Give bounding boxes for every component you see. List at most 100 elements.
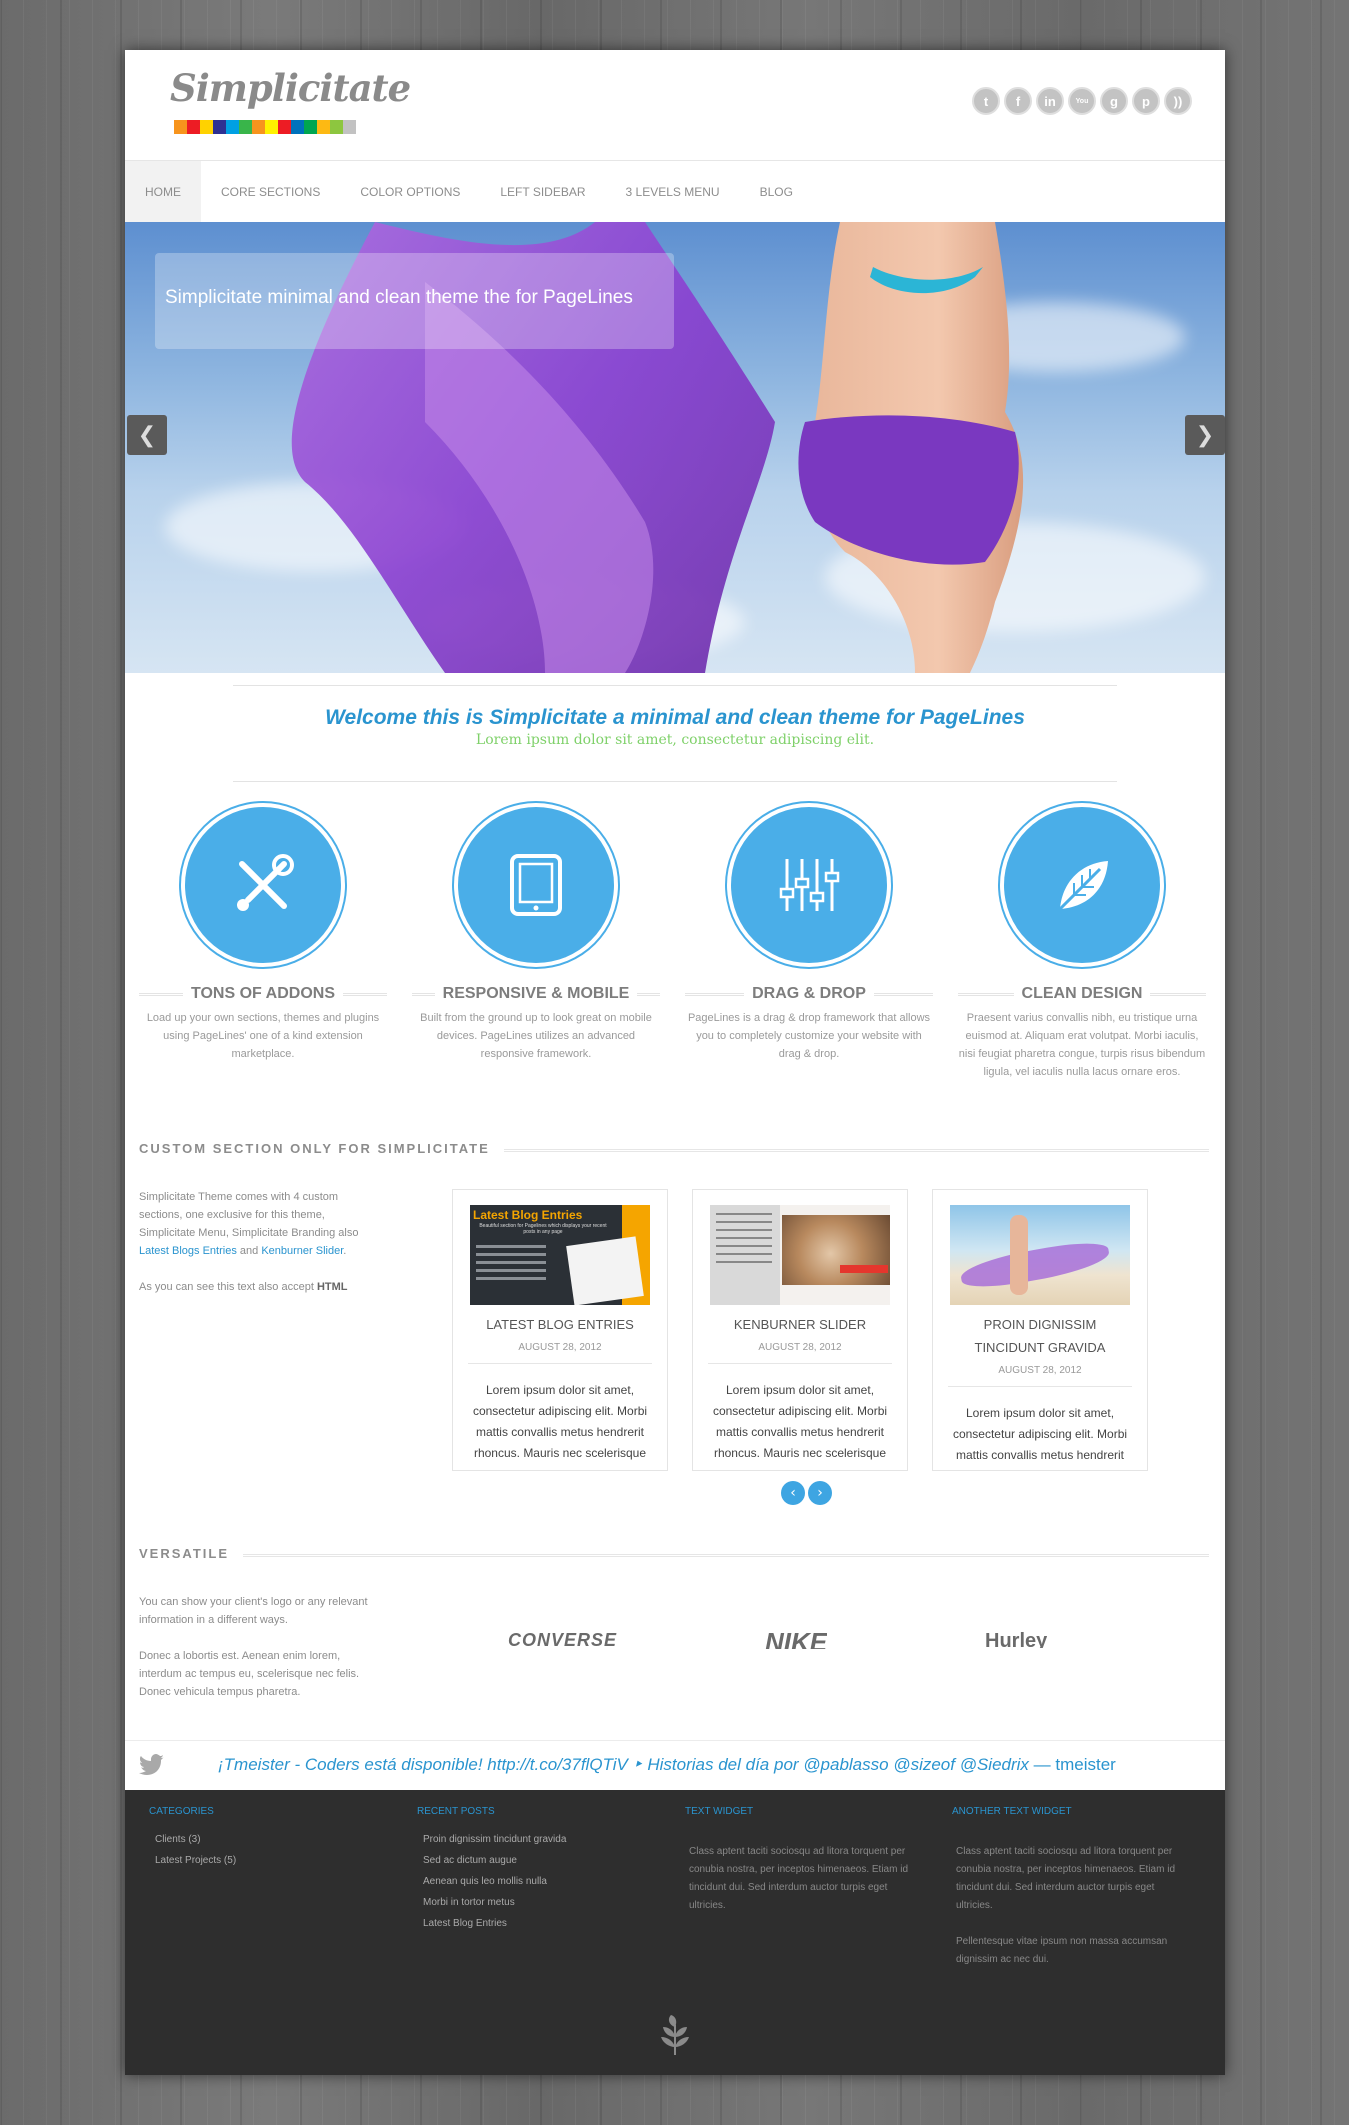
slider-next-button[interactable]: ❯: [1185, 415, 1225, 455]
nav-item-3-levels-menu[interactable]: 3 LEVELS MENU: [606, 161, 740, 222]
post-card[interactable]: PROIN DIGNISSIM TINCIDUNT GRAVIDA AUGUST…: [932, 1189, 1148, 1471]
social-icons: t f in You g p)): [972, 87, 1192, 115]
logo-color-swatch: [200, 120, 213, 134]
feature-text: PageLines is a drag & drop framework tha…: [687, 1012, 931, 1060]
logo-color-swatch: [226, 120, 239, 134]
facebook-icon[interactable]: f: [1004, 87, 1032, 115]
post-thumbnail[interactable]: [710, 1205, 890, 1305]
feature-drag-drop: DRAG & DROP PageLines is a drag & drop f…: [685, 807, 933, 1063]
welcome-rule-top: [233, 685, 1117, 686]
rss-icon[interactable]: )): [1164, 87, 1192, 115]
category-item[interactable]: Clients (3): [155, 1829, 389, 1850]
nav-item-home[interactable]: HOME: [125, 161, 201, 222]
post-date: AUGUST 28, 2012: [998, 1365, 1082, 1376]
nav-item-core-sections[interactable]: CORE SECTIONS: [201, 161, 340, 222]
post-card[interactable]: KENBURNER SLIDER AUGUST 28, 2012 Lorem i…: [692, 1189, 908, 1471]
thumb-title: Latest Blog Entries: [473, 1208, 583, 1222]
site-logo[interactable]: Simplicitate: [170, 66, 411, 110]
logo-color-swatch: [213, 120, 226, 134]
section-divider: [139, 1554, 1209, 1557]
post-card[interactable]: Latest Blog Entries Beautiful section fo…: [452, 1189, 668, 1471]
feature-title: TONS OF ADDONS: [182, 985, 343, 1002]
youtube-icon[interactable]: You: [1068, 87, 1096, 115]
brand-logo-nike[interactable]: NIKE: [765, 1627, 827, 1649]
feature-title: DRAG & DROP: [744, 985, 874, 1002]
versatile-text-1: You can show your client's logo or any r…: [139, 1596, 368, 1626]
tools-icon: [237, 854, 294, 911]
text-widget-body: Class aptent taciti sociosqu ad litora t…: [956, 1843, 1192, 1969]
post-separator: [468, 1363, 652, 1364]
recent-post-item[interactable]: Proin dignissim tincidunt gravida: [423, 1829, 657, 1850]
accept-text: As you can see this text also accept: [139, 1281, 314, 1293]
nav-item-blog[interactable]: BLOG: [740, 161, 813, 222]
welcome-title: Welcome this is Simplicitate a minimal a…: [325, 706, 1025, 729]
logo-color-bar: [174, 120, 356, 134]
post-separator: [708, 1363, 892, 1364]
feature-circle[interactable]: [731, 807, 887, 963]
tablet-icon: [510, 854, 562, 916]
recent-posts-list: Proin dignissim tincidunt gravida Sed ac…: [423, 1829, 657, 1934]
post-thumbnail[interactable]: [950, 1205, 1130, 1305]
welcome-rule-bottom: [233, 781, 1117, 782]
page-container: Simplicitate t f in You g p)) HOME CORE SECTI…: [125, 50, 1225, 2075]
feature-circle[interactable]: [458, 807, 614, 963]
feature-circle[interactable]: [185, 807, 341, 963]
post-date: AUGUST 28, 2012: [758, 1342, 842, 1353]
versatile-description: You can show your client's logo or any r…: [139, 1593, 379, 1701]
logo-color-swatch: [330, 120, 343, 134]
logo-color-swatch: [291, 120, 304, 134]
recent-post-item[interactable]: Aenean quis leo mollis nulla: [423, 1871, 657, 1892]
tweet-author[interactable]: — tmeister: [1034, 1755, 1116, 1774]
twitter-bird-icon[interactable]: [139, 1754, 165, 1776]
footer-text-widget: TEXT WIDGET Class aptent taciti sociosqu…: [685, 1806, 925, 1933]
post-thumbnail[interactable]: Latest Blog Entries Beautiful section fo…: [470, 1205, 650, 1305]
brand-logo-hurley[interactable]: Hurley: [985, 1630, 1047, 1648]
slider-prev-button[interactable]: ❮: [127, 415, 167, 455]
html-text: HTML: [316, 1281, 348, 1293]
carousel-prev-button[interactable]: ‹: [781, 1481, 805, 1505]
welcome-subtitle: Lorem ipsum dolor sit amet, consectetur …: [475, 732, 875, 748]
pinterest-icon[interactable]: p: [1132, 87, 1160, 115]
footer-heading: ANOTHER TEXT WIDGET: [952, 1806, 1072, 1817]
recent-post-item[interactable]: Sed ac dictum augue: [423, 1850, 657, 1871]
site-footer: CATEGORIES Clients (3) Latest Projects (…: [125, 1790, 1225, 2075]
brand-logo-converse[interactable]: CONVERSE: [508, 1630, 617, 1648]
footer-heading: TEXT WIDGET: [685, 1806, 754, 1817]
hero-slider: Simplicitate minimal and clean theme the…: [125, 222, 1225, 673]
twitter-icon[interactable]: t: [972, 87, 1000, 115]
linkedin-icon[interactable]: in: [1036, 87, 1064, 115]
recent-post-item[interactable]: Latest Blog Entries: [423, 1913, 657, 1934]
googleplus-icon[interactable]: g: [1100, 87, 1128, 115]
chevron-right-icon: ❯: [1195, 422, 1215, 448]
main-nav: HOME CORE SECTIONS COLOR OPTIONS LEFT SI…: [125, 161, 1225, 222]
carousel-next-button[interactable]: ›: [808, 1481, 832, 1505]
nav-item-color-options[interactable]: COLOR OPTIONS: [340, 161, 480, 222]
post-date: AUGUST 28, 2012: [518, 1342, 602, 1353]
period-text: .: [343, 1245, 347, 1257]
footer-categories: CATEGORIES Clients (3) Latest Projects (…: [149, 1806, 389, 1871]
footer-heading: RECENT POSTS: [417, 1806, 495, 1817]
post-title[interactable]: KENBURNER SLIDER: [707, 1313, 893, 1336]
pagelines-leaf-icon[interactable]: [659, 2015, 691, 2055]
feature-circle[interactable]: [1004, 807, 1160, 963]
post-excerpt: Lorem ipsum dolor sit amet, consectetur …: [712, 1383, 888, 1460]
feature-clean-design: CLEAN DESIGN Praesent varius convallis n…: [958, 807, 1206, 1081]
logo-color-swatch: [174, 120, 187, 134]
logo-color-swatch: [343, 120, 356, 134]
latest-blogs-link[interactable]: Latest Blogs Entries: [139, 1245, 237, 1257]
category-item[interactable]: Latest Projects (5): [155, 1850, 389, 1871]
recent-post-item[interactable]: Morbi in tortor metus: [423, 1892, 657, 1913]
post-title[interactable]: PROIN DIGNISSIM TINCIDUNT GRAVIDA: [947, 1313, 1133, 1359]
feature-title: CLEAN DESIGN: [1013, 985, 1151, 1002]
logo-color-swatch: [304, 120, 317, 134]
logo-color-swatch: [317, 120, 330, 134]
post-title[interactable]: LATEST BLOG ENTRIES: [467, 1313, 653, 1336]
slider-caption: Simplicitate minimal and clean theme the…: [165, 287, 633, 308]
chevron-left-icon: ‹: [790, 1485, 796, 1501]
custom-section-description: Simplicitate Theme comes with 4 custom s…: [139, 1188, 379, 1296]
nav-item-left-sidebar[interactable]: LEFT SIDEBAR: [480, 161, 605, 222]
and-text: and: [239, 1245, 259, 1257]
kenburner-link[interactable]: Kenburner Slider: [261, 1245, 343, 1257]
logo-color-swatch: [265, 120, 278, 134]
tweet-body[interactable]: ¡Tmeister - Coders está disponible! http…: [218, 1755, 1029, 1774]
